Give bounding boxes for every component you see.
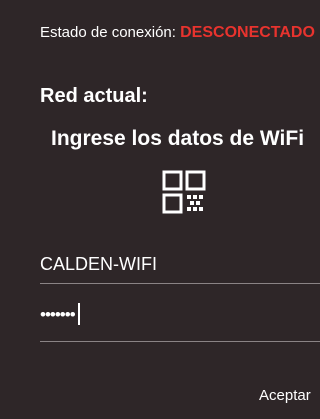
password-value: ••••••• [40, 303, 80, 326]
ssid-value: CALDEN-WIFI [40, 254, 157, 274]
qr-code-icon[interactable] [162, 170, 206, 214]
accept-button[interactable]: Aceptar [247, 382, 311, 410]
ssid-input[interactable]: CALDEN-WIFI [40, 230, 320, 284]
current-network-label: Red actual: [40, 85, 148, 107]
connection-status: Estado de conexión: DESCONECTADO [40, 23, 315, 43]
password-underline [40, 341, 320, 342]
status-label: Estado de conexión: [40, 24, 181, 41]
ssid-underline [40, 283, 320, 284]
password-input[interactable]: ••••••• [40, 290, 320, 342]
wifi-form-heading: Ingrese los datos de WiFi [51, 127, 305, 150]
password-mask: ••••••• [40, 305, 76, 324]
status-value: DESCONECTADO [180, 24, 315, 41]
wifi-setup-screen: Estado de conexión: DESCONECTADO Red act… [0, 0, 320, 419]
text-caret [77, 303, 80, 325]
